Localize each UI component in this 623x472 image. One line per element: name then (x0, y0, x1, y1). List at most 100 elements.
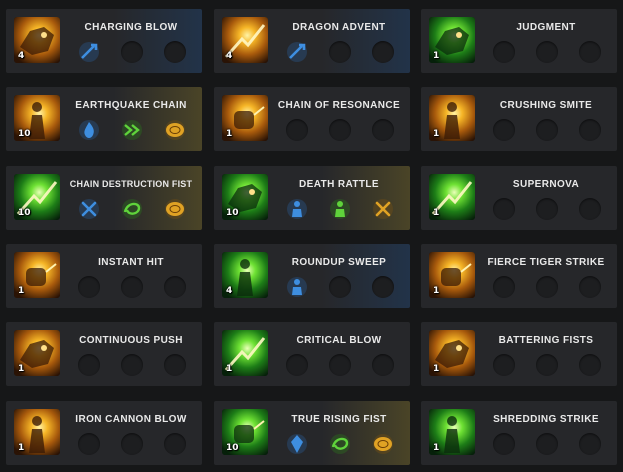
skill-card[interactable]: 1 SUPERNOVA (421, 166, 617, 230)
green-shredding-icon[interactable]: 1 (429, 409, 475, 455)
skill-card[interactable]: 10 EARTHQUAKE CHAIN (6, 87, 202, 151)
empty-rune-slot[interactable] (579, 433, 601, 455)
blue-crystal-rune-icon[interactable] (286, 433, 308, 455)
empty-rune-slot[interactable] (372, 119, 394, 141)
empty-rune-slot[interactable] (121, 433, 143, 455)
skill-card[interactable]: 1 CRITICAL BLOW (214, 322, 410, 386)
gold-disc-rune-icon[interactable] (164, 119, 186, 141)
skill-card[interactable]: 4 CHARGING BLOW (6, 9, 202, 73)
earthquake-burst-icon[interactable]: 10 (14, 95, 60, 141)
empty-rune-slot[interactable] (329, 41, 351, 63)
golden-battering-figure-icon[interactable]: 1 (429, 330, 475, 376)
skill-level: 1 (433, 208, 440, 218)
skill-card[interactable]: 10 CHAIN DESTRUCTION FIST (6, 166, 202, 230)
empty-rune-slot[interactable] (493, 276, 515, 298)
empty-rune-slot[interactable] (536, 41, 558, 63)
empty-rune-slot[interactable] (121, 354, 143, 376)
green-rising-fist-icon[interactable]: 10 (222, 409, 268, 455)
empty-rune-slot[interactable] (372, 276, 394, 298)
golden-tiger-strike-icon[interactable]: 1 (429, 252, 475, 298)
golden-smite-icon[interactable]: 1 (429, 95, 475, 141)
gold-cross-rune-icon[interactable] (372, 198, 394, 220)
empty-rune-slot[interactable] (536, 433, 558, 455)
empty-rune-slot[interactable] (286, 119, 308, 141)
skill-card[interactable]: 10 TRUE RISING FIST (214, 401, 410, 465)
empty-rune-slot[interactable] (372, 41, 394, 63)
skill-level: 1 (433, 443, 440, 453)
blue-cross-blades-rune-icon[interactable] (78, 198, 100, 220)
empty-rune-slot[interactable] (579, 354, 601, 376)
empty-rune-slot[interactable] (579, 198, 601, 220)
empty-rune-slot[interactable] (164, 433, 186, 455)
empty-rune-slot[interactable] (329, 354, 351, 376)
dragon-silhouette-icon[interactable]: 4 (222, 17, 268, 63)
skill-card[interactable]: 4 DRAGON ADVENT (214, 9, 410, 73)
roaring-beast-fist-icon[interactable]: 4 (14, 17, 60, 63)
green-supernova-figure-icon[interactable]: 1 (429, 174, 475, 220)
gold-disc-rune-icon[interactable] (164, 198, 186, 220)
empty-rune-slot[interactable] (493, 354, 515, 376)
empty-rune-slot[interactable] (121, 41, 143, 63)
blue-sword-rune-icon[interactable] (286, 41, 308, 63)
green-swirl-rune-icon[interactable] (121, 198, 143, 220)
green-arrows-rune-icon[interactable] (121, 119, 143, 141)
skill-card[interactable]: 1 BATTERING FISTS (421, 322, 617, 386)
skill-level: 1 (226, 364, 233, 374)
resonance-figure-icon[interactable]: 1 (222, 95, 268, 141)
empty-rune-slot[interactable] (536, 119, 558, 141)
blue-figure-rune-icon[interactable] (286, 276, 308, 298)
green-explosion-fist-icon[interactable]: 10 (14, 174, 60, 220)
skill-level: 1 (433, 286, 440, 296)
skill-card[interactable]: 1 CHAIN OF RESONANCE (214, 87, 410, 151)
empty-rune-slot[interactable] (78, 354, 100, 376)
empty-rune-slot[interactable] (493, 433, 515, 455)
skill-card[interactable]: 1 CRUSHING SMITE (421, 87, 617, 151)
skill-card[interactable]: 1 INSTANT HIT (6, 244, 202, 308)
gold-mask-rune-icon[interactable] (372, 433, 394, 455)
empty-rune-slot[interactable] (286, 354, 308, 376)
skill-card[interactable]: 1 SHREDDING STRIKE (421, 401, 617, 465)
skill-level: 1 (18, 443, 25, 453)
blue-figures-rune-icon[interactable] (286, 198, 308, 220)
blue-sword-rune-icon[interactable] (78, 41, 100, 63)
green-sweep-icon[interactable]: 4 (222, 252, 268, 298)
empty-rune-slot[interactable] (372, 354, 394, 376)
empty-rune-slot[interactable] (164, 276, 186, 298)
empty-rune-slot[interactable] (164, 354, 186, 376)
skill-card[interactable]: 1 JUDGMENT (421, 9, 617, 73)
golden-arm-slash-icon[interactable]: 1 (14, 409, 60, 455)
empty-rune-slot[interactable] (329, 276, 351, 298)
skill-card[interactable]: 1 IRON CANNON BLOW (6, 401, 202, 465)
skill-level: 10 (18, 208, 31, 218)
empty-rune-slot[interactable] (78, 433, 100, 455)
skill-card[interactable]: 1 FIERCE TIGER STRIKE (421, 244, 617, 308)
green-dragon-head-icon[interactable]: 10 (222, 174, 268, 220)
golden-punch-icon[interactable]: 1 (14, 252, 60, 298)
empty-rune-slot[interactable] (536, 198, 558, 220)
empty-rune-slot[interactable] (78, 276, 100, 298)
green-judgment-icon[interactable]: 1 (429, 17, 475, 63)
skill-level: 1 (226, 129, 233, 139)
empty-rune-slot[interactable] (536, 354, 558, 376)
green-fist-icon[interactable]: 1 (222, 330, 268, 376)
empty-rune-slot[interactable] (493, 119, 515, 141)
blue-flame-rune-icon[interactable] (78, 119, 100, 141)
skill-card[interactable]: 4 ROUNDUP SWEEP (214, 244, 410, 308)
empty-rune-slot[interactable] (164, 41, 186, 63)
empty-rune-slot[interactable] (579, 119, 601, 141)
skill-name: EARTHQUAKE CHAIN (75, 100, 187, 111)
empty-rune-slot[interactable] (121, 276, 143, 298)
empty-rune-slot[interactable] (329, 119, 351, 141)
skill-card[interactable]: 10 DEATH RATTLE (214, 166, 410, 230)
skill-card[interactable]: 1 CONTINUOUS PUSH (6, 322, 202, 386)
empty-rune-slot[interactable] (493, 198, 515, 220)
empty-rune-slot[interactable] (536, 276, 558, 298)
skill-level: 4 (18, 51, 25, 61)
empty-rune-slot[interactable] (579, 41, 601, 63)
golden-beast-push-icon[interactable]: 1 (14, 330, 60, 376)
green-leaf-rune-icon[interactable] (329, 433, 351, 455)
empty-rune-slot[interactable] (579, 276, 601, 298)
empty-rune-slot[interactable] (493, 41, 515, 63)
skill-name: IRON CANNON BLOW (75, 414, 187, 425)
green-figure-rune-icon[interactable] (329, 198, 351, 220)
